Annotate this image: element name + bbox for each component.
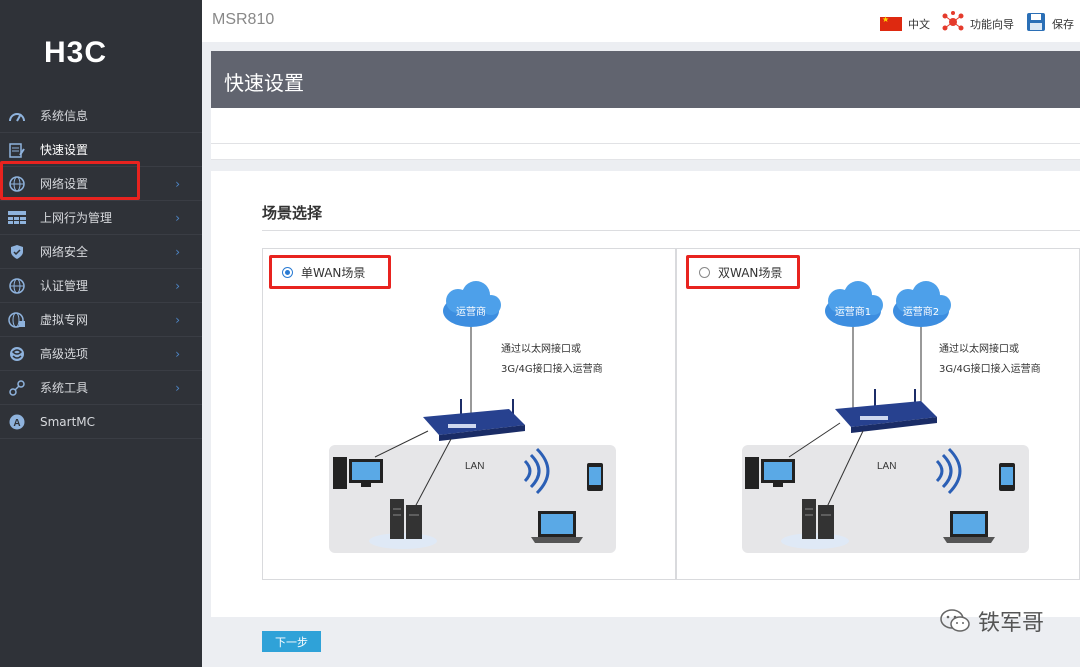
- sidebar-item-label: 系统信息: [40, 109, 89, 123]
- chevron-right-icon: ›: [175, 381, 180, 395]
- advanced-icon: [8, 345, 26, 363]
- sidebar: H3C 系统信息 快速设置 网络设置 › 上网行为管理 › 网络安全 › 认证管…: [0, 0, 202, 667]
- watermark: 铁军哥: [940, 605, 1044, 637]
- section-title: 场景选择: [262, 204, 323, 222]
- china-flag-icon: [880, 15, 902, 31]
- quick-setup-icon: [8, 141, 26, 159]
- sidebar-item-label: 快速设置: [40, 143, 89, 157]
- isp2-label: 运营商2: [903, 305, 939, 318]
- sidebar-item-network-security[interactable]: 网络安全 ›: [0, 235, 202, 269]
- divider: [211, 143, 1080, 144]
- dual-wan-radio[interactable]: 双WAN场景: [686, 255, 800, 289]
- watermark-text: 铁军哥: [977, 611, 1044, 636]
- laptop-icon: [943, 511, 995, 543]
- globe-icon: [8, 175, 26, 193]
- h3c-logo: H3C: [44, 36, 108, 69]
- footer-bar: 下一步 铁军哥: [211, 609, 1080, 667]
- lan-label: LAN: [877, 461, 896, 472]
- top-actions: 中文 功能向导 保存: [880, 11, 1074, 36]
- router-icon: [423, 399, 525, 441]
- gauge-icon: [8, 107, 26, 125]
- language-label: 中文: [908, 17, 930, 31]
- scenario-label: 单WAN场景: [301, 265, 366, 280]
- chevron-right-icon: ›: [175, 313, 180, 327]
- sidebar-item-label: 网络设置: [40, 177, 89, 191]
- language-button[interactable]: 中文: [880, 15, 930, 32]
- globe-icon: [8, 277, 26, 295]
- isp1-label: 运营商1: [835, 305, 871, 318]
- sidebar-item-auth-management[interactable]: 认证管理 ›: [0, 269, 202, 303]
- chevron-right-icon: ›: [175, 245, 180, 259]
- save-label: 保存: [1052, 17, 1074, 31]
- single-wan-radio[interactable]: 单WAN场景: [269, 255, 391, 289]
- desc-line-1: 通过以太网接口或: [501, 342, 581, 355]
- phone-icon: [999, 463, 1015, 491]
- sidebar-item-quick-setup[interactable]: 快速设置: [0, 133, 202, 200]
- sidebar-item-vpn[interactable]: 虚拟专网 ›: [0, 303, 202, 337]
- desc-line-2: 3G/4G接口接入运营商: [501, 362, 603, 375]
- radio-button-unchecked[interactable]: [699, 266, 710, 278]
- scenario-panel: 场景选择 运营商 通过以太网接口或 3G/4G接口接入运营商 LAN 单WAN场…: [211, 171, 1080, 617]
- shield-icon: [8, 243, 26, 261]
- router-icon: [835, 389, 937, 433]
- sidebar-item-label: 高级选项: [40, 347, 89, 361]
- sidebar-item-smartmc[interactable]: A SmartMC: [0, 405, 202, 439]
- chevron-right-icon: ›: [175, 177, 180, 191]
- sidebar-item-system-info[interactable]: 系统信息: [0, 99, 202, 133]
- vpn-globe-icon: [8, 311, 26, 329]
- smartmc-icon: A: [8, 413, 26, 431]
- top-bar: MSR810 中文 功能向导 保存: [202, 0, 1080, 42]
- sidebar-item-label: 认证管理: [40, 279, 89, 293]
- isp-cloud-icon: [443, 281, 501, 327]
- sidebar-item-behavior-management[interactable]: 上网行为管理 ›: [0, 201, 202, 235]
- page-header: 快速设置: [211, 51, 1080, 108]
- desc-line-2: 3G/4G接口接入运营商: [939, 362, 1041, 375]
- svg-text:A: A: [13, 418, 20, 429]
- sidebar-item-label: 上网行为管理: [40, 211, 113, 225]
- lan-label: LAN: [465, 461, 484, 472]
- isp2-cloud-icon: [893, 281, 951, 327]
- sidebar-nav: 系统信息 快速设置 网络设置 › 上网行为管理 › 网络安全 › 认证管理 › …: [0, 99, 202, 439]
- device-model: MSR810: [212, 11, 275, 28]
- divider: [262, 230, 1080, 231]
- sidebar-item-network-settings[interactable]: 网络设置 ›: [0, 167, 202, 201]
- sidebar-item-system-tools[interactable]: 系统工具 ›: [0, 371, 202, 405]
- laptop-icon: [531, 511, 583, 543]
- wizard-label: 功能向导: [970, 17, 1014, 31]
- phone-icon: [587, 463, 603, 491]
- page-title: 快速设置: [224, 71, 304, 95]
- grid-icon: [8, 209, 26, 227]
- sidebar-item-label: 网络安全: [40, 245, 89, 259]
- wizard-button[interactable]: 功能向导: [942, 11, 1014, 36]
- chevron-right-icon: ›: [175, 347, 180, 361]
- single-wan-scenario-card[interactable]: 运营商 通过以太网接口或 3G/4G接口接入运营商 LAN 单WAN场景: [262, 248, 676, 580]
- next-step-button[interactable]: 下一步: [262, 631, 321, 652]
- sidebar-item-label: 系统工具: [40, 381, 89, 395]
- isp-label: 运营商: [456, 305, 486, 318]
- wizard-icon: [942, 11, 964, 36]
- sidebar-item-advanced[interactable]: 高级选项 ›: [0, 337, 202, 371]
- single-wan-diagram: 运营商 通过以太网接口或 3G/4G接口接入运营商 LAN: [329, 281, 616, 553]
- radio-button-checked[interactable]: [282, 266, 293, 278]
- sidebar-item-label: SmartMC: [40, 414, 96, 429]
- tools-icon: [8, 379, 26, 397]
- header-strip: [211, 108, 1080, 160]
- chevron-right-icon: ›: [175, 279, 180, 293]
- wechat-icon: [940, 609, 970, 632]
- dual-wan-diagram: 运营商1 运营商2 通过以太网接口或 3G/4G接口接入运营商 LAN: [742, 281, 1041, 553]
- isp1-cloud-icon: [825, 281, 883, 327]
- desc-line-1: 通过以太网接口或: [939, 342, 1019, 355]
- dual-wan-scenario-card[interactable]: 运营商1 运营商2 通过以太网接口或 3G/4G接口接入运营商 LAN 双WAN…: [676, 248, 1080, 580]
- chevron-right-icon: ›: [175, 211, 180, 225]
- save-icon: [1026, 12, 1046, 35]
- save-button[interactable]: 保存: [1026, 12, 1074, 35]
- scenario-label: 双WAN场景: [718, 265, 783, 280]
- sidebar-item-label: 虚拟专网: [40, 313, 89, 327]
